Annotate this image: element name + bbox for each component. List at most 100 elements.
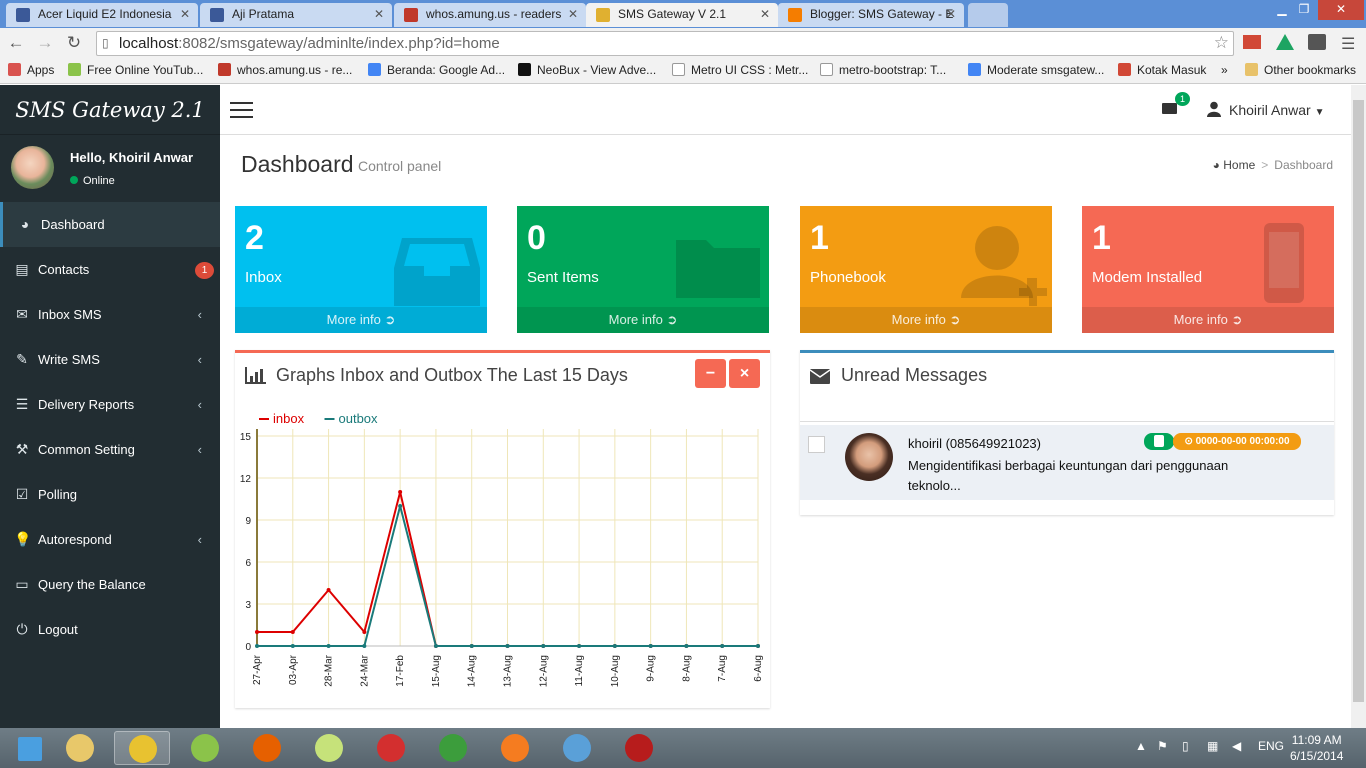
stat-value: 2 <box>245 219 264 257</box>
bookmark-item[interactable]: Apps <box>8 63 54 77</box>
sticky-notes-taskbar-button[interactable] <box>301 731 357 765</box>
bookmark-item[interactable]: whos.amung.us - re... <box>218 63 352 77</box>
browser-tab[interactable]: whos.amung.us - readers ✕ <box>394 3 586 27</box>
bookmark-item[interactable]: » <box>1221 63 1228 77</box>
android-taskbar-button[interactable] <box>177 731 233 765</box>
bookmark-label: whos.amung.us - re... <box>237 63 353 77</box>
browser-tab[interactable]: Aji Pratama ✕ <box>200 3 392 27</box>
device-icon[interactable]: ▯ <box>1182 739 1189 753</box>
page-scrollbar[interactable] <box>1351 85 1366 728</box>
chart-extension-icon[interactable] <box>1308 34 1326 50</box>
language-indicator[interactable]: ENG <box>1258 739 1284 753</box>
bookmark-favicon-icon <box>1245 63 1258 76</box>
message-item[interactable]: khoiril (085649921023) ⊙ 0000-00-00 00:0… <box>800 425 1334 500</box>
browser-tab-bar: Acer Liquid E2 Indonesia ✕ Aji Pratama ✕ who… <box>0 0 1366 28</box>
filezilla-taskbar-button[interactable] <box>363 731 419 765</box>
sidebar-item-inbox-sms[interactable]: ✉ Inbox SMS ‹ <box>0 292 220 337</box>
scrollbar-thumb[interactable] <box>1353 100 1364 702</box>
messages-envelope-icon[interactable] <box>1162 103 1177 114</box>
stat-box-inbox: 2 Inbox More info ➲ <box>235 206 487 333</box>
user-menu[interactable]: Khoiril Anwar ▼ <box>1229 102 1325 118</box>
more-info-link[interactable]: More info ➲ <box>800 307 1052 333</box>
drive-extension-icon[interactable] <box>1276 34 1294 50</box>
bookmark-star-icon[interactable]: ☆ <box>1214 33 1229 53</box>
close-tab-icon[interactable]: ✕ <box>760 7 770 21</box>
sidebar-item-write-sms[interactable]: ✎ Write SMS ‹ <box>0 337 220 382</box>
arrow-circle-right-icon: ➲ <box>662 312 678 327</box>
graph-box-title: Graphs Inbox and Outbox The Last 15 Days <box>276 365 628 385</box>
menu-icon[interactable]: ☰ <box>1341 34 1355 54</box>
sidebar-item-query-the-balance[interactable]: ▭ Query the Balance <box>0 562 220 607</box>
browser-tab[interactable]: Blogger: SMS Gateway - E ✕ <box>778 3 964 27</box>
network-icon[interactable]: ▦ <box>1207 739 1218 753</box>
restore-window-button[interactable]: ❐ <box>1290 0 1318 20</box>
more-info-link[interactable]: More info ➲ <box>1082 307 1334 333</box>
brand-logo[interactable]: SMS Gateway 2.1 <box>0 85 220 135</box>
data-point-outbox <box>684 644 689 648</box>
idm-taskbar-button[interactable] <box>425 731 481 765</box>
close-tab-icon[interactable]: ✕ <box>946 7 956 21</box>
close-window-button[interactable]: ✕ <box>1318 0 1364 20</box>
close-button[interactable]: × <box>729 359 760 388</box>
tab-label: Acer Liquid E2 Indonesia <box>38 7 172 21</box>
paint-taskbar-button[interactable] <box>549 731 605 765</box>
sidebar-item-contacts[interactable]: ▤ Contacts 1 <box>0 247 220 292</box>
browser-tab[interactable]: SMS Gateway V 2.1 ✕ <box>586 3 778 27</box>
bookmark-item[interactable]: Free Online YouTub... <box>68 63 203 77</box>
minimize-button[interactable]: − <box>695 359 726 388</box>
x-tick-label: 13-Aug <box>503 655 514 687</box>
arrow-circle-right-icon: ➲ <box>945 312 961 327</box>
bookmark-label: Other bookmarks <box>1264 63 1357 77</box>
bookmark-item[interactable]: Kotak Masuk <box>1118 63 1206 77</box>
data-point-outbox <box>648 644 653 648</box>
user-icon[interactable] <box>1207 101 1221 117</box>
xampp-taskbar-button[interactable] <box>487 731 543 765</box>
bookmark-item[interactable]: Moderate smsgatew... <box>968 63 1104 77</box>
online-dot-icon <box>70 176 78 184</box>
new-tab-button[interactable] <box>968 3 1008 27</box>
sidebar-item-logout[interactable]: ⏻ Logout <box>0 607 220 652</box>
breadcrumb-home[interactable]: Home <box>1223 158 1255 172</box>
reload-button[interactable]: ↻ <box>63 33 85 53</box>
blogger-icon <box>788 8 802 22</box>
gmail-extension-icon[interactable] <box>1243 35 1261 49</box>
more-info-link[interactable]: More info ➲ <box>517 307 769 333</box>
back-button[interactable]: ← <box>5 33 27 53</box>
sidebar-item-label: Contacts <box>38 262 90 277</box>
windows-start-taskbar-button[interactable] <box>2 731 58 765</box>
explorer-taskbar-button[interactable] <box>52 731 108 765</box>
address-bar[interactable]: ▯ localhost:8082/smsgateway/adminlte/ind… <box>96 31 1234 56</box>
sidebar-item-polling[interactable]: ☑ Polling <box>0 472 220 517</box>
power-icon: ⏻ <box>16 621 28 637</box>
x-tick-label: 8-Aug <box>681 655 692 682</box>
chrome-taskbar-button[interactable] <box>114 731 170 765</box>
forward-button[interactable]: → <box>34 33 56 53</box>
sidebar-item-delivery-reports[interactable]: ☰ Delivery Reports ‹ <box>0 382 220 427</box>
more-info-link[interactable]: More info ➲ <box>235 307 487 333</box>
bookmark-item[interactable]: Beranda: Google Ad... <box>368 63 505 77</box>
bookmark-favicon-icon <box>8 63 21 76</box>
data-point-inbox <box>362 630 367 634</box>
system-clock[interactable]: 11:09 AM 6/15/2014 <box>1290 732 1343 764</box>
sidebar-item-autorespond[interactable]: 💡 Autorespond ‹ <box>0 517 220 562</box>
message-sender[interactable]: khoiril (085649921023) <box>908 436 1041 451</box>
firefox-taskbar-button[interactable] <box>239 731 295 765</box>
data-point-outbox <box>720 644 725 648</box>
bookmark-item[interactable]: NeoBux - View Adve... <box>518 63 656 77</box>
volume-icon[interactable]: ◀ <box>1232 739 1241 753</box>
message-checkbox[interactable] <box>808 436 825 453</box>
sidebar-item-dashboard[interactable]: ◕ Dashboard <box>0 202 220 247</box>
sidebar-item-common-setting[interactable]: ⚒ Common Setting ‹ <box>0 427 220 472</box>
acrobat-icon <box>625 734 653 762</box>
sidebar-toggle-icon[interactable] <box>230 102 253 118</box>
bookmark-item[interactable]: Other bookmarks <box>1245 63 1356 77</box>
flag-icon[interactable]: ⚑ <box>1157 739 1168 753</box>
bookmark-item[interactable]: metro-bootstrap: T... <box>820 63 946 77</box>
show-hidden-icons-icon[interactable]: ▲ <box>1135 739 1147 753</box>
close-tab-icon[interactable]: ✕ <box>568 7 578 21</box>
browser-tab[interactable]: Acer Liquid E2 Indonesia ✕ <box>6 3 198 27</box>
bookmark-item[interactable]: Metro UI CSS : Metr... <box>672 63 808 77</box>
acrobat-taskbar-button[interactable] <box>611 731 667 765</box>
close-tab-icon[interactable]: ✕ <box>180 7 190 21</box>
close-tab-icon[interactable]: ✕ <box>374 7 384 21</box>
